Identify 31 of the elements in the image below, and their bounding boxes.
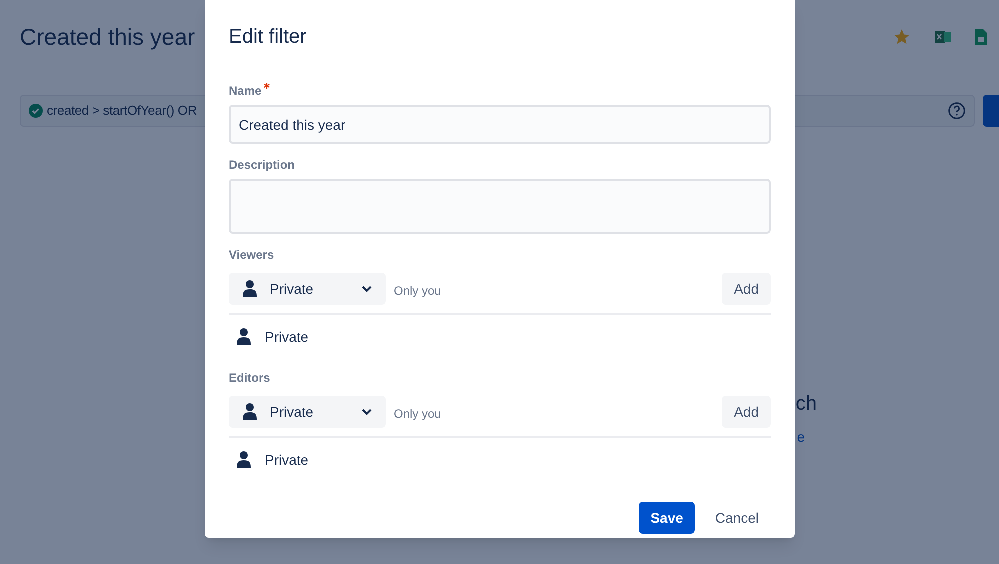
field-label: Description bbox=[229, 157, 296, 174]
visibility-select[interactable]: Private bbox=[229, 273, 386, 305]
section-label: Viewers bbox=[229, 247, 276, 264]
sheet-document-icon[interactable] bbox=[975, 29, 987, 46]
person-icon bbox=[237, 328, 251, 346]
star-icon[interactable] bbox=[893, 28, 911, 46]
name-input[interactable]: Created this year bbox=[229, 105, 771, 144]
person-icon bbox=[237, 451, 251, 469]
chevron-down-icon bbox=[362, 286, 372, 292]
visibility-hint: Only you bbox=[394, 283, 442, 300]
add-button[interactable]: Add bbox=[722, 273, 771, 305]
share-entry: Private bbox=[265, 328, 309, 346]
save-button[interactable]: Save bbox=[638, 502, 696, 534]
person-icon bbox=[243, 280, 257, 298]
chevron-down-icon bbox=[362, 408, 372, 416]
help-icon[interactable] bbox=[948, 102, 966, 120]
field-label: Name bbox=[229, 83, 262, 100]
search-button[interactable] bbox=[983, 94, 999, 126]
spreadsheet-icon[interactable] bbox=[935, 29, 951, 46]
section-label: Editors bbox=[229, 370, 272, 387]
person-icon bbox=[243, 403, 257, 421]
add-button[interactable]: Add bbox=[722, 396, 771, 428]
visibility-hint: Only you bbox=[394, 406, 442, 423]
dialog-title: Edit filter bbox=[229, 25, 308, 50]
query-text: created > startOfYear() OR bbox=[47, 102, 198, 120]
check-circle-icon bbox=[29, 104, 43, 118]
visibility-select[interactable]: Private bbox=[229, 396, 386, 428]
page-title: Created this year bbox=[20, 23, 196, 52]
share-entry: Private bbox=[265, 450, 309, 470]
cancel-button[interactable]: Cancel bbox=[703, 502, 771, 534]
heading-text: ch bbox=[796, 392, 817, 416]
